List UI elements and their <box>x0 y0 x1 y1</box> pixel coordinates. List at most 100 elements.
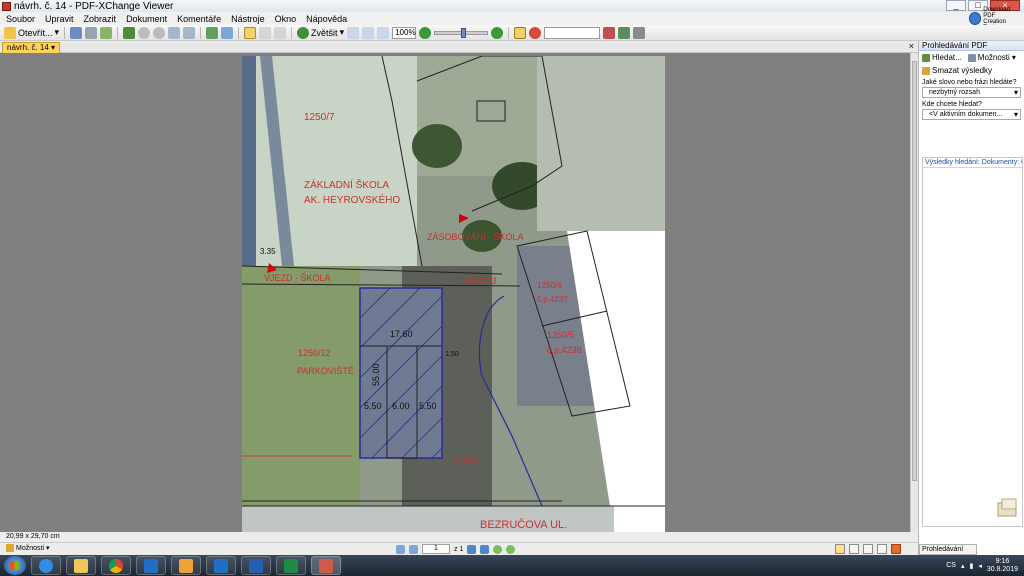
taskbar-outlook-2[interactable] <box>206 556 236 575</box>
building-label: č.p.4238 <box>547 345 582 355</box>
start-button[interactable] <box>4 556 26 575</box>
language-indicator[interactable]: CS <box>946 562 956 569</box>
options-icon <box>6 544 14 552</box>
find-input[interactable] <box>544 26 601 39</box>
snapshot-icon[interactable] <box>274 26 287 39</box>
folder-icon <box>74 558 88 573</box>
fit-width-icon[interactable] <box>377 26 390 39</box>
school-edge <box>242 56 256 266</box>
print-icon[interactable] <box>85 26 98 39</box>
search-icon <box>922 53 930 62</box>
taskbar-media[interactable] <box>171 556 201 575</box>
close-tab-icon[interactable]: × <box>909 42 914 51</box>
document-viewer[interactable]: 1250/7 ZÁKLADNÍ ŠKOLA AK. HEYROVSKÉHO ZÁ… <box>0 53 910 532</box>
search-options-button[interactable]: Možnosti ▾ <box>967 53 1016 62</box>
options-icon <box>967 53 976 62</box>
scope-label: Kde chcete hledat? <box>922 101 982 108</box>
next-page-icon[interactable] <box>467 544 477 554</box>
menu-napoveda[interactable]: Nápověda <box>306 14 347 24</box>
menu-komentare[interactable]: Komentáře <box>177 14 221 24</box>
media-player-icon <box>179 558 193 573</box>
options-button[interactable]: Možnosti ▾ <box>6 544 50 552</box>
tools-menu-icon[interactable] <box>891 544 901 554</box>
save-icon[interactable] <box>70 26 83 39</box>
navigation-bar: Možnosti ▾ 1 z 1 <box>0 542 918 555</box>
minimize-button[interactable]: _ <box>946 0 966 11</box>
zoom-level-input[interactable]: 100% <box>392 26 417 39</box>
facing-icon[interactable] <box>863 544 873 554</box>
scope-select[interactable]: <V aktivním dokumen... <box>922 109 1021 120</box>
continuous-icon[interactable] <box>849 544 859 554</box>
open-button[interactable]: Otevřít... ▾ <box>4 26 59 39</box>
search-button[interactable]: Hledat... <box>922 53 962 62</box>
menu-soubor[interactable]: Soubor <box>6 14 35 24</box>
back-view-icon[interactable] <box>493 544 503 554</box>
parcel-label: 1250/13 <box>464 276 497 286</box>
tray-expand-icon[interactable]: ▴ <box>961 562 965 570</box>
actual-size-icon[interactable] <box>347 26 360 39</box>
email-icon[interactable] <box>100 26 113 39</box>
first-page-icon[interactable] <box>396 544 405 554</box>
menu-zobrazit[interactable]: Zobrazit <box>84 14 117 24</box>
vertical-scrollbar[interactable] <box>910 53 918 532</box>
pdf-page[interactable]: 1250/7 ZÁKLADNÍ ŠKOLA AK. HEYROVSKÉHO ZÁ… <box>242 56 665 532</box>
taskbar-pdf-viewer[interactable] <box>311 556 341 575</box>
select-text-icon[interactable] <box>259 26 272 39</box>
zoom-plus-icon[interactable] <box>491 26 504 39</box>
zoom-slider-handle[interactable] <box>461 27 467 38</box>
forward-icon[interactable] <box>153 26 166 39</box>
zoom-slider[interactable] <box>434 27 489 38</box>
hand-tool-icon[interactable] <box>244 26 257 39</box>
redo-icon[interactable] <box>183 26 196 39</box>
eraser-icon <box>922 66 930 75</box>
stamp-icon[interactable] <box>618 26 631 39</box>
last-page-icon[interactable] <box>480 544 490 554</box>
query-input[interactable]: nezbytný rozsah <box>922 87 1021 98</box>
clear-results-button[interactable]: Smazat výsledky <box>919 64 1024 77</box>
zoom-in-button[interactable]: Zvětšit ▾ <box>297 26 344 39</box>
export-icon[interactable] <box>221 26 234 39</box>
menu-okno[interactable]: Okno <box>275 14 297 24</box>
search-panel-tab[interactable]: Prohledávání PDF <box>919 544 977 562</box>
search-results-list[interactable]: Výsledky hledání: Dokumenty: 0,... <box>922 157 1023 527</box>
download-pdf-tools-button[interactable]: Download PDFCreation Tools <box>969 7 1021 31</box>
volume-icon[interactable]: ◂ <box>978 562 982 570</box>
search-options-icon[interactable] <box>529 26 542 39</box>
dimension-label: 55.00 <box>371 363 381 386</box>
download-icon <box>969 12 982 25</box>
scan-icon[interactable] <box>123 26 136 39</box>
menu-upravit[interactable]: Upravit <box>45 14 74 24</box>
parcel-label: 1250/5 <box>547 330 575 340</box>
taskbar-excel[interactable] <box>276 556 306 575</box>
taskbar-word[interactable] <box>241 556 271 575</box>
page-size-indicator: 20,99 x 29,70 cm <box>0 532 918 542</box>
zoom-out-icon[interactable] <box>419 26 432 39</box>
chrome-icon <box>109 558 123 573</box>
tools-icon[interactable] <box>633 26 646 39</box>
scrollbar-thumb[interactable] <box>912 61 917 481</box>
clock[interactable]: 9:16 30.8.2019 <box>987 558 1018 574</box>
undo-icon[interactable] <box>168 26 181 39</box>
tab-document[interactable]: návrh. č. 14 ▾ <box>2 42 61 53</box>
comment-icon[interactable] <box>603 26 616 39</box>
document-tabs: návrh. č. 14 ▾ × <box>0 41 918 53</box>
menu-dokument[interactable]: Dokument <box>126 14 167 24</box>
parcel-label: 1250/4 <box>537 281 562 290</box>
rotate-icon[interactable] <box>206 26 219 39</box>
single-page-icon[interactable] <box>835 544 845 554</box>
taskbar-outlook[interactable] <box>136 556 166 575</box>
taskbar-chrome[interactable] <box>101 556 131 575</box>
menu-nastroje[interactable]: Nástroje <box>231 14 265 24</box>
back-icon[interactable] <box>138 26 151 39</box>
taskbar-ie[interactable] <box>31 556 61 575</box>
fit-page-icon[interactable] <box>362 26 375 39</box>
previous-page-icon[interactable] <box>409 544 418 554</box>
taskbar-explorer[interactable] <box>66 556 96 575</box>
page-number-input[interactable]: 1 <box>422 544 450 554</box>
find-icon[interactable] <box>514 26 527 39</box>
dimension-label: 3.35 <box>260 247 276 256</box>
network-icon[interactable]: ▮ <box>969 562 973 570</box>
forward-view-icon[interactable] <box>506 544 516 554</box>
ie-icon <box>39 558 53 573</box>
facing-continuous-icon[interactable] <box>877 544 887 554</box>
